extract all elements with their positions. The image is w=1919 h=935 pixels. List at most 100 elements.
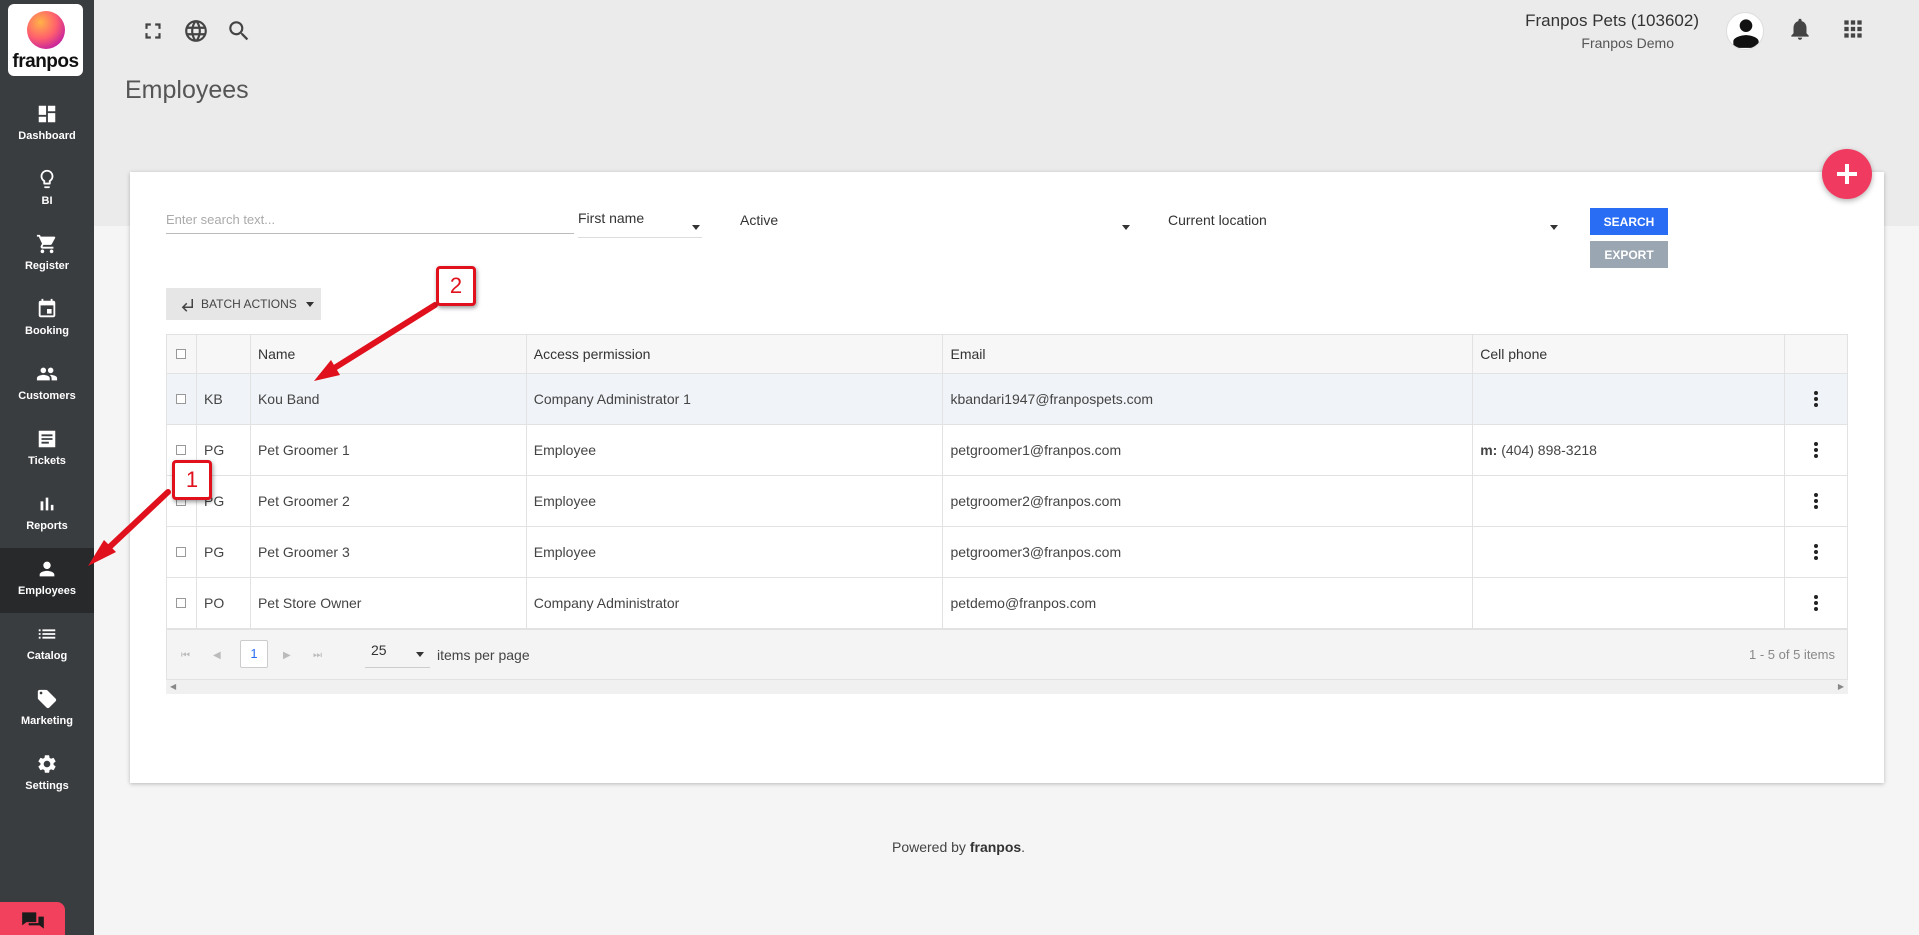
search-input[interactable] [166,206,574,234]
prev-page-icon[interactable]: ◀ [213,650,221,661]
email-cell: petgroomer2@franpos.com [942,475,1474,527]
access-cell: Employee [525,424,944,476]
page-number-button[interactable]: 1 [240,640,268,668]
more-vert-icon[interactable] [1813,442,1818,458]
phone-value: (404) 898-3218 [1501,442,1597,458]
page-size-select[interactable]: 25 [365,638,430,668]
subdirectory-arrow-icon [181,299,193,312]
export-button[interactable]: EXPORT [1590,241,1668,268]
name-cell[interactable]: Pet Groomer 2 [249,475,527,527]
person-icon [39,561,55,577]
name-cell[interactable]: Pet Groomer 1 [249,424,527,476]
calendar-icon [38,298,56,318]
sidebar-item-reports[interactable]: Reports [0,483,94,548]
sort-field-value: First name [578,210,645,226]
last-page-icon[interactable]: ⏭ [313,650,322,661]
sidebar-item-booking[interactable]: Booking [0,288,94,353]
tag-icon [37,689,57,709]
account-subtitle: Franpos Demo [1581,35,1674,51]
scroll-left-icon[interactable]: ◀ [170,682,176,691]
avatar[interactable] [1726,12,1764,50]
pager: ⏮ ◀ 1 ▶ ⏭ 25 items per page 1 - 5 of 5 i… [166,629,1848,680]
more-vert-icon[interactable] [1813,595,1818,611]
more-vert-icon[interactable] [1813,544,1818,560]
logo-text: franpos [12,51,79,72]
bar-chart-icon [40,497,54,511]
location-select[interactable]: Current location [1168,212,1560,238]
search-icon[interactable] [226,18,252,44]
annotation-badge-2: 2 [436,266,476,306]
pager-info: 1 - 5 of 5 items [1749,647,1835,662]
select-all-checkbox[interactable] [176,349,187,359]
scroll-right-icon[interactable]: ▶ [1838,682,1844,691]
sidebar-item-tickets[interactable]: Tickets [0,418,94,483]
batch-actions-button[interactable]: BATCH ACTIONS [166,288,321,320]
more-vert-icon[interactable] [1813,493,1818,509]
sidebar-item-label: Tickets [28,455,66,467]
name-cell[interactable]: Pet Store Owner [249,577,527,629]
page-size-value: 25 [371,642,387,658]
column-header-email[interactable]: Email [942,334,1474,374]
initials-header [195,334,251,374]
page-title: Employees [125,76,249,104]
access-cell: Employee [525,526,944,578]
first-page-icon[interactable]: ⏮ [181,650,190,661]
sidebar-item-employees[interactable]: Employees [0,548,94,613]
logo-mark [27,11,65,49]
gear-icon [38,755,56,773]
status-select[interactable]: Active [740,212,1132,238]
chevron-down-icon [306,302,314,307]
chat-button[interactable] [0,902,65,935]
phone-cell [1472,577,1785,629]
sidebar-item-register[interactable]: Register [0,223,94,288]
email-cell: kbandari1947@franpospets.com [942,373,1474,425]
row-checkbox[interactable] [176,598,187,608]
row-checkbox[interactable] [176,547,187,557]
apps-grid-icon[interactable] [1840,16,1866,42]
column-header-name[interactable]: Name [249,334,527,374]
table-row[interactable]: PG Pet Groomer 1 Employee petgroomer1@fr… [166,424,1849,476]
table-row[interactable]: PO Pet Store Owner Company Administrator… [166,577,1849,629]
fullscreen-icon[interactable] [140,18,166,44]
actions-header [1783,334,1849,374]
name-cell[interactable]: Kou Band [249,373,527,425]
lightbulb-icon [40,169,54,189]
globe-icon[interactable] [183,18,209,44]
sidebar: franpos Dashboard BI Register Booking Cu… [0,0,94,935]
sidebar-item-dashboard[interactable]: Dashboard [0,93,94,158]
bell-icon[interactable] [1787,16,1813,42]
sidebar-item-label: Customers [18,390,76,402]
franpos-logo[interactable]: franpos [8,4,83,76]
sidebar-item-bi[interactable]: BI [0,158,94,223]
sidebar-item-customers[interactable]: Customers [0,353,94,418]
row-checkbox[interactable] [176,394,187,404]
more-vert-icon[interactable] [1813,391,1818,407]
footer: Powered by franpos. [892,839,1025,855]
sidebar-nav: Dashboard BI Register Booking Customers … [0,93,94,808]
table-row[interactable]: KB Kou Band Company Administrator 1 kban… [166,373,1849,425]
chat-icon [22,912,44,929]
annotation-badge-1: 1 [172,460,212,500]
access-cell: Company Administrator [525,577,944,629]
sidebar-item-label: Employees [17,585,77,597]
add-employee-button[interactable] [1822,149,1872,199]
sidebar-item-catalog[interactable]: Catalog [0,613,94,678]
column-header-phone[interactable]: Cell phone [1472,334,1785,374]
table-row[interactable]: PG Pet Groomer 3 Employee petgroomer3@fr… [166,526,1849,578]
next-page-icon[interactable]: ▶ [283,650,291,661]
sidebar-item-label: Booking [25,325,69,337]
name-cell[interactable]: Pet Groomer 3 [249,526,527,578]
initials-cell: PO [195,577,251,629]
sidebar-item-label: Settings [25,780,69,792]
row-checkbox[interactable] [176,445,187,455]
phone-cell: m: (404) 898-3218 [1472,424,1785,476]
column-header-access[interactable]: Access permission [525,334,944,374]
sidebar-item-settings[interactable]: Settings [0,743,94,808]
sidebar-item-marketing[interactable]: Marketing [0,678,94,743]
email-cell: petgroomer1@franpos.com [942,424,1474,476]
search-button[interactable]: SEARCH [1590,208,1668,235]
horizontal-scrollbar[interactable]: ◀ ▶ [166,680,1848,694]
account-name[interactable]: Franpos Pets (103602) [1525,11,1699,31]
table-row[interactable]: PG Pet Groomer 2 Employee petgroomer2@fr… [166,475,1849,527]
sort-field-select[interactable]: First name [578,210,702,238]
